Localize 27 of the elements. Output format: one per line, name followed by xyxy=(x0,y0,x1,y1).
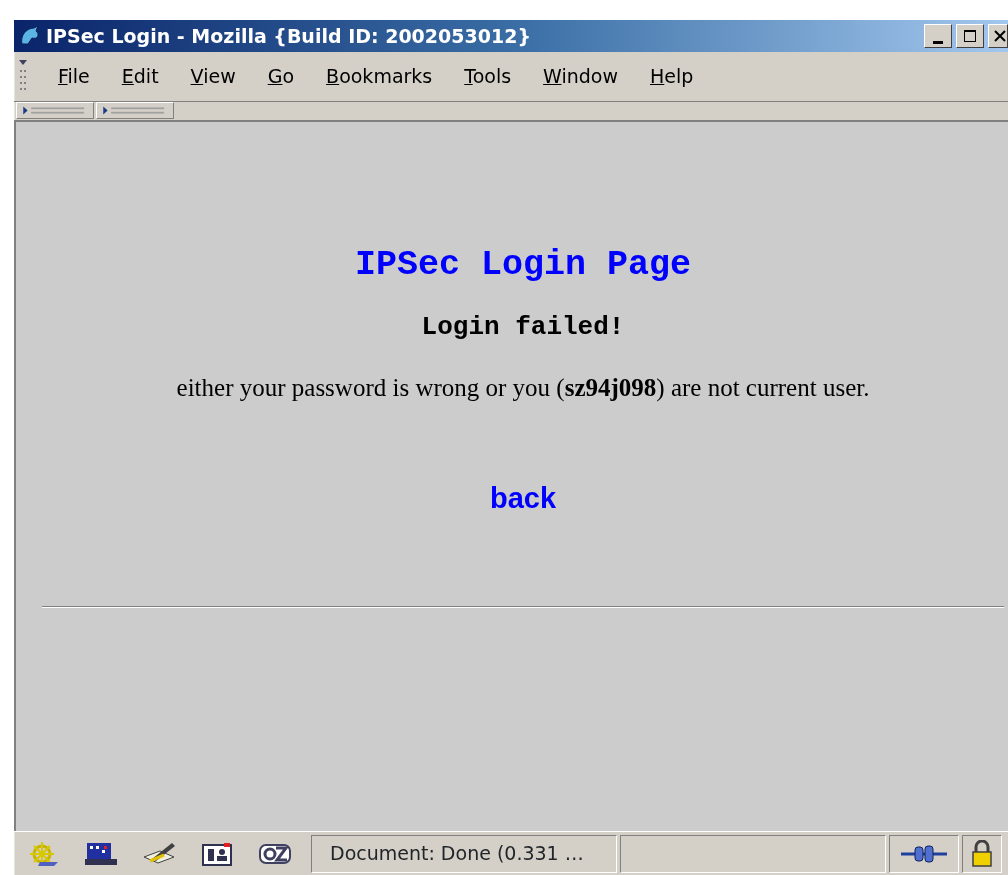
menu-item[interactable]: Tools xyxy=(448,62,528,91)
collapsed-toolbar-tab[interactable] xyxy=(96,102,174,119)
menu-item[interactable]: View xyxy=(174,62,252,91)
minimize-icon xyxy=(933,40,943,44)
back-link[interactable]: back xyxy=(489,476,557,521)
menu-item[interactable]: Go xyxy=(251,62,311,91)
menu-item[interactable]: Window xyxy=(527,62,634,91)
error-heading: Login failed! xyxy=(421,312,625,344)
maximize-button[interactable] xyxy=(956,24,984,48)
close-button[interactable] xyxy=(988,24,1008,48)
menu-item[interactable]: Help xyxy=(634,62,710,91)
chat-icon[interactable] xyxy=(258,841,292,866)
menu-item[interactable]: Bookmarks xyxy=(310,62,449,91)
menu-item[interactable]: File xyxy=(42,62,106,91)
collapsed-toolbar-tab[interactable] xyxy=(16,102,94,119)
address-book-icon[interactable] xyxy=(200,840,234,867)
minimize-button[interactable] xyxy=(924,24,952,48)
error-message: either your password is wrong or you (sz94j098) are not current user. xyxy=(176,373,870,404)
status-text: Document: Done (0.331 … xyxy=(329,841,584,867)
close-icon xyxy=(993,29,1007,43)
mail-icon[interactable] xyxy=(84,840,118,867)
lock-icon[interactable] xyxy=(971,839,993,868)
page-heading: IPSec Login Page xyxy=(354,244,692,286)
window-title: IPSec Login - Mozilla {Build ID: 2002053012} xyxy=(46,23,531,49)
plug-icon[interactable] xyxy=(901,842,947,865)
menu-item[interactable]: Edit xyxy=(105,62,175,91)
maximize-icon xyxy=(963,29,977,43)
